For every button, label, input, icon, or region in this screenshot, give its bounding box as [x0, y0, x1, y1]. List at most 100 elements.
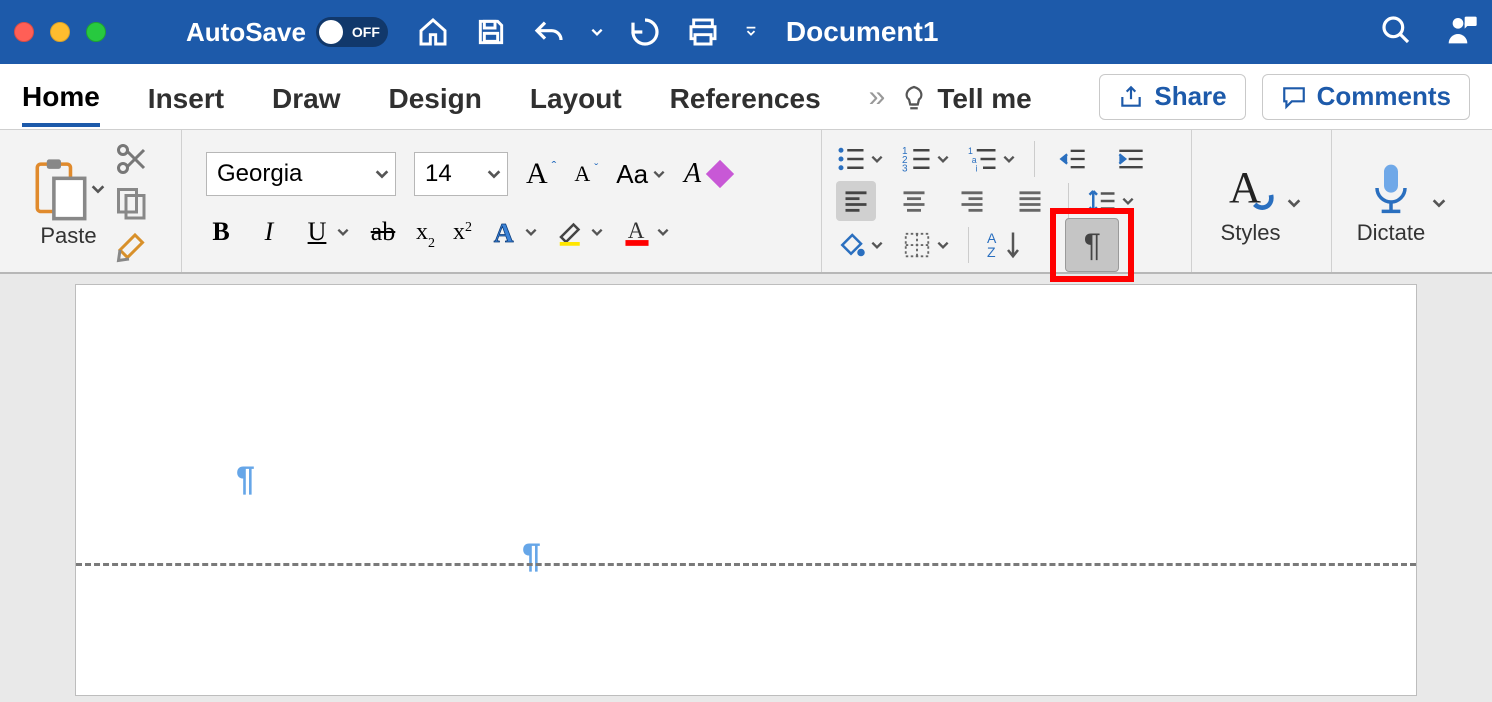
- minimize-window-button[interactable]: [50, 22, 70, 42]
- tab-overflow-icon[interactable]: »: [869, 80, 886, 114]
- align-center-icon: [900, 187, 928, 215]
- dictate-group: Dictate: [1332, 130, 1472, 272]
- pilcrow-icon: ¶: [1065, 218, 1119, 272]
- text-effects-button[interactable]: A: [490, 217, 538, 247]
- autosave-toggle[interactable]: OFF: [316, 17, 388, 47]
- share-label: Share: [1154, 81, 1226, 112]
- borders-button[interactable]: [902, 230, 950, 260]
- font-size-select[interactable]: 14: [414, 152, 508, 196]
- paragraph-mark: ¶: [522, 537, 541, 576]
- numbering-button[interactable]: 123: [902, 144, 950, 174]
- paste-label: Paste: [40, 223, 96, 249]
- change-case-button[interactable]: Aa: [616, 159, 666, 190]
- search-icon[interactable]: [1380, 14, 1412, 51]
- account-icon[interactable]: [1446, 14, 1478, 51]
- bold-button[interactable]: B: [206, 217, 236, 247]
- align-right-button[interactable]: [952, 181, 992, 221]
- show-hide-button-highlighted[interactable]: ¶: [1050, 208, 1134, 282]
- clear-formatting-icon[interactable]: A: [684, 158, 735, 190]
- close-window-button[interactable]: [14, 22, 34, 42]
- qat-customize-icon[interactable]: [744, 25, 758, 39]
- repeat-icon[interactable]: [628, 15, 662, 49]
- font-group: Georgia 14 Aˆ Aˇ Aa A B I: [182, 130, 822, 272]
- sort-button[interactable]: A Z: [987, 230, 1028, 260]
- save-icon[interactable]: [474, 15, 508, 49]
- decrease-indent-icon: [1059, 145, 1087, 173]
- grow-font-icon[interactable]: Aˆ: [526, 157, 556, 191]
- paint-bucket-icon: [836, 230, 866, 260]
- chevron-down-icon: [524, 225, 538, 239]
- bullets-button[interactable]: [836, 144, 884, 174]
- print-icon[interactable]: [686, 15, 720, 49]
- multilevel-list-button[interactable]: 1ai: [968, 144, 1016, 174]
- tab-references[interactable]: References: [670, 69, 821, 125]
- numbering-icon: 123: [902, 144, 932, 174]
- chevron-down-icon: [656, 225, 670, 239]
- svg-text:3: 3: [902, 164, 908, 175]
- text-effects-icon: A: [490, 217, 520, 247]
- tell-me-label: Tell me: [937, 69, 1031, 125]
- increase-indent-button[interactable]: [1111, 139, 1151, 179]
- styles-button[interactable]: A Styles: [1221, 160, 1303, 246]
- underline-button[interactable]: U: [302, 217, 350, 247]
- tab-home[interactable]: Home: [22, 67, 100, 127]
- highlight-button[interactable]: [556, 217, 604, 247]
- undo-icon[interactable]: [532, 15, 566, 49]
- format-painter-icon[interactable]: [114, 229, 150, 265]
- align-left-icon: [842, 187, 870, 215]
- home-icon[interactable]: [416, 15, 450, 49]
- arrow-down-icon: [998, 230, 1028, 260]
- comments-label: Comments: [1317, 81, 1451, 112]
- font-color-button[interactable]: A: [622, 217, 670, 247]
- tell-me-search[interactable]: Tell me: [899, 69, 1031, 125]
- paste-icon[interactable]: [32, 157, 106, 221]
- justify-button[interactable]: [1010, 181, 1050, 221]
- ribbon: Paste Georgia 14 Aˆ: [0, 130, 1492, 274]
- align-right-icon: [958, 187, 986, 215]
- undo-dropdown-icon[interactable]: [590, 25, 604, 39]
- titlebar: AutoSave OFF Document1: [0, 0, 1492, 64]
- chevron-down-icon: [336, 225, 350, 239]
- chevron-down-icon: [590, 225, 604, 239]
- tab-draw[interactable]: Draw: [272, 69, 340, 125]
- decrease-indent-button[interactable]: [1053, 139, 1093, 179]
- font-color-icon: A: [622, 217, 652, 247]
- page[interactable]: ¶ ¶: [75, 284, 1417, 696]
- font-name-select[interactable]: Georgia: [206, 152, 396, 196]
- paragraph-mark: ¶: [236, 460, 255, 499]
- align-left-button[interactable]: [836, 181, 876, 221]
- svg-text:i: i: [976, 164, 978, 174]
- tab-layout[interactable]: Layout: [530, 69, 622, 125]
- tab-insert[interactable]: Insert: [148, 69, 224, 125]
- window-controls: [14, 22, 106, 42]
- cut-icon[interactable]: [114, 141, 150, 177]
- subscript-button[interactable]: x2: [416, 219, 435, 246]
- comments-button[interactable]: Comments: [1262, 74, 1470, 120]
- paragraph-group: 123 1ai: [822, 130, 1192, 272]
- italic-button[interactable]: I: [254, 217, 284, 247]
- microphone-icon: [1367, 160, 1415, 216]
- clipboard-group: Paste: [0, 130, 182, 272]
- share-button[interactable]: Share: [1099, 74, 1245, 120]
- copy-icon[interactable]: [114, 185, 150, 221]
- chevron-down-icon: [870, 238, 884, 252]
- highlighter-icon: [556, 217, 586, 247]
- share-icon: [1118, 84, 1144, 110]
- svg-text:A: A: [628, 217, 645, 243]
- align-center-button[interactable]: [894, 181, 934, 221]
- styles-group: A Styles: [1192, 130, 1332, 272]
- quick-access-toolbar: [416, 15, 758, 49]
- chevron-down-icon: [1431, 195, 1447, 211]
- document-canvas: ¶ ¶: [0, 274, 1492, 702]
- chevron-down-icon: [1121, 194, 1135, 208]
- chevron-down-icon: [1002, 152, 1016, 166]
- ribbon-tabs: Home Insert Draw Design Layout Reference…: [0, 64, 1492, 130]
- strikethrough-button[interactable]: ab: [368, 217, 398, 247]
- maximize-window-button[interactable]: [86, 22, 106, 42]
- shading-button[interactable]: [836, 230, 884, 260]
- toggle-knob: [319, 20, 343, 44]
- dictate-button[interactable]: Dictate: [1357, 160, 1447, 246]
- shrink-font-icon[interactable]: Aˇ: [574, 161, 598, 187]
- superscript-button[interactable]: x2: [453, 219, 472, 246]
- tab-design[interactable]: Design: [389, 69, 482, 125]
